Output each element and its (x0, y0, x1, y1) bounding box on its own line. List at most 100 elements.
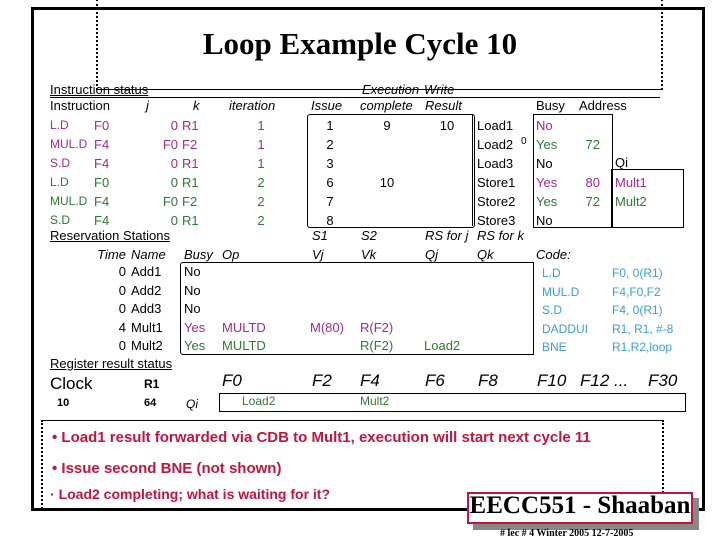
rs-name: Mult2 (131, 338, 163, 353)
buffer-qi: Mult2 (615, 194, 647, 209)
buffer-left-line (472, 114, 473, 226)
rs-qj: Load2 (424, 338, 461, 353)
rs-time: 0 (118, 264, 126, 279)
code-op: L.D (542, 266, 561, 280)
instr-issue: 1 (326, 118, 334, 133)
header-issue: Issue (311, 98, 343, 113)
qi-label: Qi (186, 397, 198, 411)
rs-op: MULTD (222, 319, 266, 335)
instr-j: 0 (170, 118, 178, 133)
note-item: • Issue second BNE (not shown) (52, 460, 282, 477)
header-result: Result (425, 98, 462, 113)
instr-j: F0 (162, 194, 178, 209)
code-args: R1, R1, #-8 (612, 321, 674, 336)
rs-busy: No (184, 264, 201, 279)
rs-name: Add3 (131, 301, 162, 316)
clock-value: 10 (57, 397, 70, 409)
rs-busy: No (184, 301, 201, 316)
register-name: F2 (312, 371, 332, 390)
register-name: F10 (537, 371, 567, 390)
reservation-stations-label: Reservation Stations (50, 228, 170, 243)
instr-exec: 10 (379, 175, 395, 190)
register-qi-value: Load2 (242, 394, 276, 408)
register-name: F6 (425, 371, 445, 390)
register-name: F4 (360, 371, 380, 390)
buffer-busy: Yes (536, 175, 558, 190)
instr-dest: F0 (94, 175, 110, 190)
clock-label: Clock (50, 374, 93, 393)
header-busy: Busy (536, 98, 565, 113)
rs-busy: Yes (184, 338, 206, 353)
buffer-busy: No (536, 213, 553, 228)
r1-value: 64 (144, 397, 157, 409)
instr-k: R1 (182, 213, 199, 228)
register-name: F0 (222, 371, 242, 390)
code-args: R1,R2,loop (612, 340, 673, 354)
instr-k: R1 (182, 118, 199, 133)
rs-vk: R(F2) (360, 338, 394, 353)
instr-issue: 6 (326, 175, 334, 190)
note-item: • Load1 result forwarded via CDB to Mult… (52, 429, 591, 446)
instr-op: L.D (50, 118, 69, 132)
rs-time: 0 (118, 338, 126, 353)
instr-j: 0 (170, 156, 178, 171)
instr-op: MUL.D (50, 194, 88, 208)
code-op: MUL.D (542, 284, 580, 299)
instr-iteration: 1 (257, 118, 265, 133)
rs-busy: Yes (184, 319, 206, 335)
bullet-icon: · (50, 486, 59, 502)
instr-k: R1 (182, 175, 199, 190)
buffer-address: 72 (585, 137, 600, 152)
buffer-name: Store1 (477, 175, 516, 190)
instr-j: F0 (162, 137, 178, 152)
note-item: · Load2 completing; what is waiting for … (50, 486, 331, 502)
rs-vk: R(F2) (360, 319, 394, 335)
instr-iteration: 1 (257, 137, 265, 152)
stray-mark: 0 (521, 136, 527, 147)
rs-time: 0 (118, 301, 126, 316)
buffer-address: 80 (585, 175, 600, 190)
header-j: j (146, 98, 149, 113)
rs-vj: M(80) (310, 319, 344, 335)
code-args: F4,F0,F2 (612, 284, 661, 299)
divider (50, 97, 660, 98)
bullet-icon: • (52, 460, 62, 477)
header-instruction: Instruction (50, 98, 110, 113)
buffer-name: Load2 (477, 137, 514, 152)
instr-exec: 9 (383, 118, 391, 133)
instr-j: 0 (170, 175, 178, 190)
register-status-label: Register result status (50, 356, 173, 371)
instr-dest: F4 (94, 156, 110, 171)
bullet-icon: • (52, 429, 62, 446)
instr-dest: F4 (94, 194, 110, 209)
r1-label: R1 (144, 377, 160, 391)
header-complete: complete (360, 98, 413, 113)
rs-name: Mult1 (131, 319, 163, 335)
register-name: F30 (648, 371, 678, 390)
instr-dest: F0 (94, 118, 110, 133)
instr-issue: 7 (326, 194, 334, 209)
header-s1: S1 (312, 228, 328, 243)
register-status-box (219, 393, 686, 412)
footer-caption: # lec # 4 Winter 2005 12-7-2005 (500, 528, 634, 539)
rs-time: 4 (118, 319, 126, 335)
instr-dest: F4 (94, 137, 110, 152)
code-label: Code: (536, 247, 571, 262)
instr-issue: 2 (326, 137, 334, 152)
buffer-busy: Yes (536, 137, 558, 152)
instr-issue: 3 (326, 156, 334, 171)
slide-title: Loop Example Cycle 10 (202, 26, 518, 61)
header-address: Address (579, 98, 627, 113)
instr-op: MUL.D (50, 137, 88, 151)
rs-op: MULTD (222, 338, 266, 353)
instr-op: L.D (50, 175, 69, 189)
instr-k: R1 (182, 156, 199, 171)
rs-time: 0 (118, 282, 126, 298)
header-s2: S2 (361, 228, 377, 243)
instr-iteration: 2 (257, 175, 265, 190)
buffer-qi: Mult1 (615, 175, 647, 190)
instr-write: 10 (439, 118, 455, 133)
instr-iteration: 1 (257, 156, 265, 171)
buffer-name: Load1 (477, 118, 514, 133)
instr-k: F2 (182, 137, 198, 152)
